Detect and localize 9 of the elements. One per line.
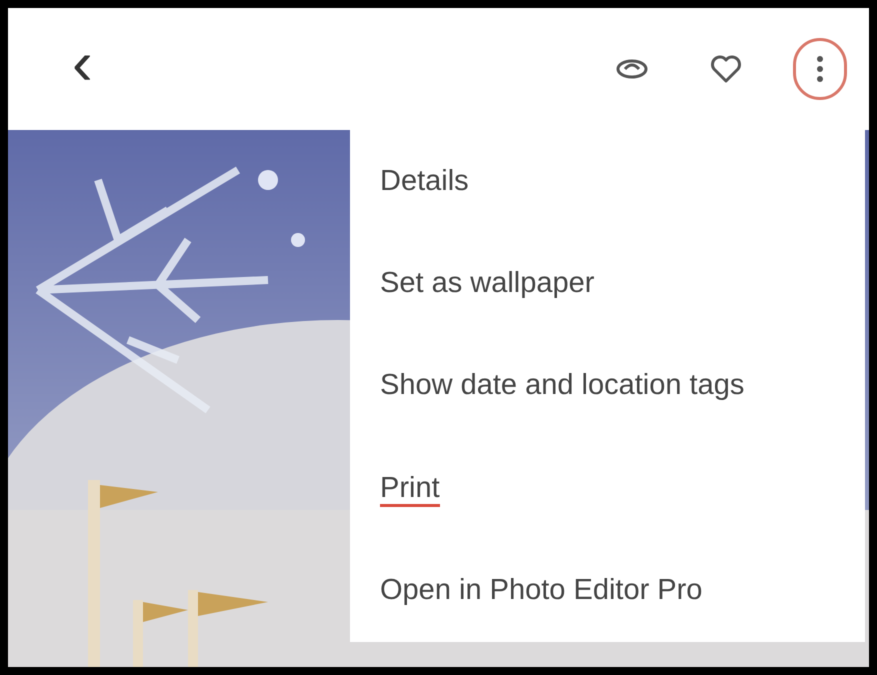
- heart-icon: [710, 54, 742, 84]
- more-icon: [816, 54, 824, 84]
- back-button[interactable]: ‹: [60, 33, 105, 105]
- menu-item[interactable]: Print: [350, 458, 865, 519]
- more-options-button[interactable]: [793, 38, 847, 100]
- menu-item[interactable]: Details: [350, 150, 865, 212]
- menu-item[interactable]: Set as wallpaper: [350, 253, 865, 314]
- loop-icon: [615, 57, 649, 81]
- menu-item[interactable]: Show date and location tags: [350, 355, 865, 416]
